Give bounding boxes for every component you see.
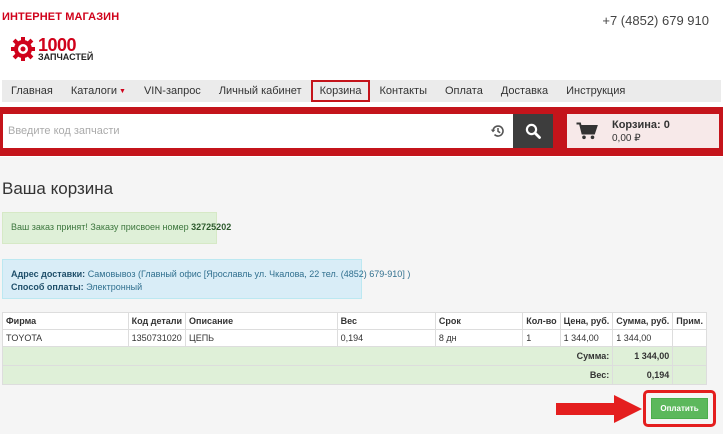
- cell-price: 1 344,00: [559, 329, 614, 347]
- nav-item-catalogs[interactable]: Каталоги ▼: [62, 80, 135, 102]
- nav-item-contacts[interactable]: Контакты: [370, 80, 436, 102]
- column-header: Срок: [434, 312, 524, 330]
- arrow-right-icon: [556, 395, 642, 423]
- table-row: TOYOTA 1350731020 ЦЕПЬ 0,194 8 дн 1 1 34…: [2, 329, 707, 347]
- main-content: Ваша корзина Ваш заказ принят! Заказу пр…: [0, 157, 723, 434]
- nav-item-account[interactable]: Личный кабинет: [210, 80, 311, 102]
- nav-item-payment[interactable]: Оплата: [436, 80, 492, 102]
- nav-item-cart[interactable]: Корзина: [310, 80, 371, 102]
- cart-sum: 0,00 ₽: [612, 133, 641, 144]
- site-header: ИНТЕРНЕТ МАГАЗИН 1000 ЗАПЧАСТЕЙ +7 (4852…: [0, 0, 723, 78]
- nav-item-label: Доставка: [500, 85, 549, 97]
- column-header: Код детали: [127, 312, 187, 330]
- payment-method-label: Способ оплаты:: [11, 282, 84, 292]
- delivery-address-label: Адрес доставки:: [11, 269, 86, 279]
- cell-note: [672, 329, 707, 347]
- search-button[interactable]: [513, 114, 553, 148]
- total-sum-row: Сумма: 1 344,00: [1, 346, 707, 366]
- delivery-info-alert: Адрес доставки: Самовывоз (Главный офис …: [2, 259, 410, 299]
- order-accepted-text: Ваш заказ принят! Заказу присвоен номер: [11, 222, 192, 232]
- total-weight-value: 0,194: [612, 365, 674, 385]
- page-title: Ваша корзина: [2, 179, 114, 198]
- column-header: Сумма, руб.: [612, 312, 674, 330]
- gear-logo-icon: [11, 37, 35, 61]
- order-items-table: Фирма Код детали Описание Вес Срок Кол-в…: [1, 312, 707, 385]
- logo-subtitle: ЗАПЧАСТЕЙ: [38, 52, 94, 62]
- column-header: Описание: [185, 312, 338, 330]
- total-sum-note: [672, 346, 707, 366]
- cell-part-code: 1350731020: [127, 329, 187, 347]
- column-header: Цена, руб.: [559, 312, 614, 330]
- nav-item-home[interactable]: Главная: [2, 80, 62, 102]
- shopping-cart-icon: [576, 122, 598, 140]
- cell-description: ЦЕПЬ: [185, 329, 338, 347]
- payment-method-line: Способ оплаты: Электронный: [11, 281, 361, 294]
- column-header: Вес: [336, 312, 436, 330]
- search-icon: [525, 123, 541, 139]
- nav-item-label: Личный кабинет: [218, 85, 302, 97]
- delivery-address-line: Адрес доставки: Самовывоз (Главный офис …: [11, 268, 410, 281]
- table-header-row: Фирма Код детали Описание Вес Срок Кол-в…: [2, 312, 707, 330]
- nav-item-instructions[interactable]: Инструкция: [557, 80, 634, 102]
- nav-item-vin-request[interactable]: VIN-запрос: [135, 80, 210, 102]
- column-header: Прим.: [672, 312, 707, 330]
- shop-label: ИНТЕРНЕТ МАГАЗИН: [2, 11, 120, 23]
- pay-button[interactable]: Оплатить: [651, 398, 708, 419]
- order-accepted-alert: Ваш заказ принят! Заказу присвоен номер …: [2, 212, 231, 244]
- total-weight-row: Вес: 0,194: [1, 365, 707, 385]
- cell-brand: TOYOTA: [2, 329, 129, 347]
- cart-count: Корзина: 0: [612, 119, 670, 131]
- mini-cart[interactable]: Корзина: 0 0,00 ₽: [567, 114, 719, 148]
- nav-item-label: Главная: [11, 85, 53, 97]
- payment-method-value: Электронный: [83, 282, 143, 292]
- total-sum-label: Сумма:: [1, 346, 614, 366]
- nav-item-label: Контакты: [379, 85, 427, 97]
- nav-item-label: Оплата: [445, 85, 483, 97]
- search-field-wrap: [3, 114, 513, 148]
- order-number: 32725202: [191, 222, 232, 232]
- total-weight-label: Вес:: [1, 365, 614, 385]
- history-icon[interactable]: [490, 123, 506, 139]
- contact-phone[interactable]: +7 (4852) 679 910: [602, 13, 709, 28]
- column-header: Кол-во: [522, 312, 561, 330]
- cell-weight: 0,194: [336, 329, 436, 347]
- search-bar: Корзина: 0 0,00 ₽: [0, 107, 723, 156]
- part-code-search-input[interactable]: [3, 114, 483, 148]
- caret-down-icon: ▼: [119, 88, 126, 95]
- delivery-address-value: Самовывоз (Главный офис [Ярославль ул. Ч…: [85, 269, 411, 279]
- cell-quantity: 1: [522, 329, 561, 347]
- total-sum-value: 1 344,00: [612, 346, 674, 366]
- total-weight-note: [672, 365, 707, 385]
- site-logo[interactable]: 1000 ЗАПЧАСТЕЙ: [10, 36, 93, 62]
- nav-item-label: Инструкция: [566, 85, 626, 97]
- nav-item-delivery[interactable]: Доставка: [492, 80, 557, 102]
- nav-item-label: VIN-запрос: [143, 85, 201, 97]
- nav-item-label: Каталоги: [70, 85, 118, 97]
- nav-item-label: Корзина: [319, 85, 362, 97]
- main-nav: Главная Каталоги ▼ VIN-запрос Личный каби…: [2, 80, 721, 102]
- column-header: Фирма: [2, 312, 129, 330]
- cell-sum: 1 344,00: [612, 329, 674, 347]
- cell-delivery-term: 8 дн: [434, 329, 524, 347]
